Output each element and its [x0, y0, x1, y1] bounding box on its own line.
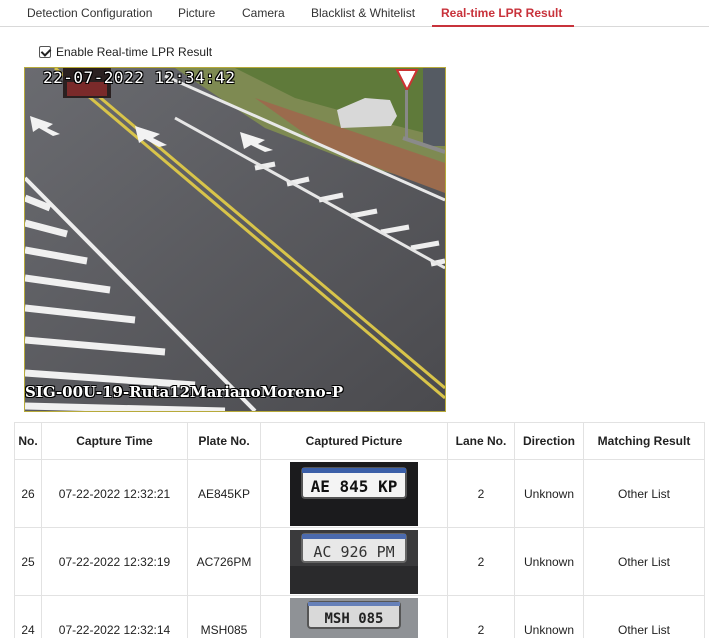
tab-realtime-lpr-result[interactable]: Real-time LPR Result: [431, 0, 575, 27]
cell-plate-no: MSH085: [187, 595, 261, 638]
cell-no: 25: [14, 527, 42, 596]
cell-captured-picture: MSH 085: [260, 595, 448, 638]
video-scene: [25, 68, 445, 411]
table-row[interactable]: 25 07-22-2022 12:32:19 AC726PM AC 926 PM…: [14, 527, 705, 596]
cell-lane-no: 2: [447, 527, 515, 596]
table-row[interactable]: 26 07-22-2022 12:32:21 AE845KP AE 845 KP…: [14, 459, 705, 528]
captured-plate-text: MSH 085: [324, 611, 383, 627]
cell-plate-no: AC726PM: [187, 527, 261, 596]
captured-plate-text: AC 926 PM: [313, 543, 394, 561]
cell-direction: Unknown: [514, 595, 584, 638]
tab-picture[interactable]: Picture: [178, 0, 215, 26]
captured-plate-text: AE 845 KP: [311, 477, 398, 496]
captured-plate-image[interactable]: AC 926 PM: [290, 529, 418, 594]
cell-lane-no: 2: [447, 459, 515, 528]
tab-camera[interactable]: Camera: [242, 0, 285, 26]
cell-direction: Unknown: [514, 527, 584, 596]
tab-blacklist-whitelist[interactable]: Blacklist & Whitelist: [311, 0, 415, 26]
cell-lane-no: 2: [447, 595, 515, 638]
table-header-row: No. Capture Time Plate No. Captured Pict…: [14, 422, 705, 460]
tab-detection-configuration[interactable]: Detection Configuration: [27, 0, 152, 26]
cell-direction: Unknown: [514, 459, 584, 528]
column-header-capture-time: Capture Time: [41, 422, 188, 460]
cell-capture-time: 07-22-2022 12:32:21: [41, 459, 188, 528]
column-header-captured-picture: Captured Picture: [260, 422, 448, 460]
column-header-direction: Direction: [514, 422, 584, 460]
cell-captured-picture: AC 926 PM: [260, 527, 448, 596]
cell-plate-no: AE845KP: [187, 459, 261, 528]
live-video-view: 22-07-2022 12:34:42 SIG-00U-19-Ruta12Mar…: [24, 67, 446, 412]
enable-lpr-label: Enable Real-time LPR Result: [56, 45, 213, 59]
table-row[interactable]: 24 07-22-2022 12:32:14 MSH085 MSH 085 2 …: [14, 595, 705, 638]
cell-no: 24: [14, 595, 42, 638]
column-header-lane-no: Lane No.: [447, 422, 515, 460]
cell-matching-result: Other List: [583, 595, 705, 638]
column-header-matching-result: Matching Result: [583, 422, 705, 460]
cell-capture-time: 07-22-2022 12:32:19: [41, 527, 188, 596]
video-timestamp-overlay: 22-07-2022 12:34:42: [43, 68, 236, 87]
video-channel-name-overlay: SIG-00U-19-Ruta12MarianoMoreno-P: [25, 383, 344, 401]
cell-capture-time: 07-22-2022 12:32:14: [41, 595, 188, 638]
captured-plate-image[interactable]: AE 845 KP: [290, 461, 418, 526]
column-header-no: No.: [14, 422, 42, 460]
enable-lpr-row: Enable Real-time LPR Result: [39, 44, 212, 60]
enable-lpr-checkbox[interactable]: [39, 46, 51, 58]
cell-no: 26: [14, 459, 42, 528]
cell-captured-picture: AE 845 KP: [260, 459, 448, 528]
captured-plate-image[interactable]: MSH 085: [290, 597, 418, 638]
lpr-result-table: No. Capture Time Plate No. Captured Pict…: [14, 422, 705, 638]
tab-bar: Detection Configuration Picture Camera B…: [0, 0, 709, 27]
column-header-plate-no: Plate No.: [187, 422, 261, 460]
cell-matching-result: Other List: [583, 527, 705, 596]
cell-matching-result: Other List: [583, 459, 705, 528]
